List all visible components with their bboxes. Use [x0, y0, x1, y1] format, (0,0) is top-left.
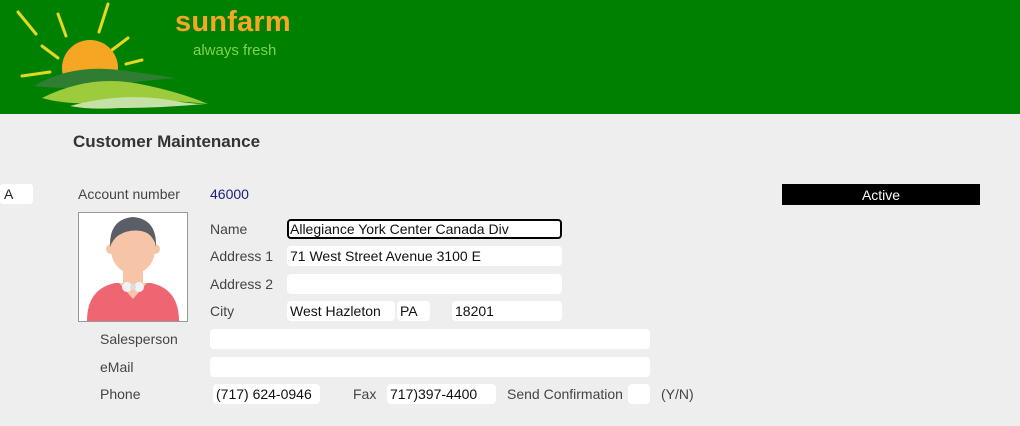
app-header: sunfarm always fresh — [0, 0, 1020, 114]
account-number-value: 46000 — [210, 186, 249, 202]
send-confirmation-label: Send Confirmation — [507, 386, 623, 402]
brand-name: sunfarm — [175, 6, 291, 38]
email-label: eMail — [100, 359, 134, 375]
send-confirmation-field[interactable] — [628, 384, 650, 404]
person-icon — [87, 217, 179, 321]
phone-field[interactable] — [213, 384, 320, 404]
address1-label: Address 1 — [210, 248, 274, 264]
send-confirmation-hint: (Y/N) — [661, 386, 694, 402]
account-number-label: Account number — [78, 186, 180, 202]
brand-tagline: always fresh — [193, 42, 277, 59]
status-badge: Active — [782, 184, 980, 205]
salesperson-field[interactable] — [210, 329, 650, 349]
salesperson-label: Salesperson — [100, 331, 178, 347]
email-field[interactable] — [210, 357, 650, 377]
customer-avatar — [78, 212, 188, 322]
address1-field[interactable] — [287, 246, 562, 266]
fax-label: Fax — [353, 386, 377, 402]
page-title: Customer Maintenance — [73, 132, 261, 151]
side-field[interactable]: A — [0, 184, 33, 204]
name-field[interactable] — [287, 219, 562, 239]
state-field[interactable] — [397, 301, 430, 321]
city-label: City — [210, 303, 235, 319]
address2-label: Address 2 — [210, 276, 274, 292]
zip-field[interactable] — [452, 301, 562, 321]
address2-field[interactable] — [287, 274, 562, 294]
fax-field[interactable] — [387, 384, 496, 404]
city-field[interactable] — [287, 301, 395, 321]
phone-label: Phone — [100, 386, 141, 402]
name-label: Name — [210, 221, 248, 237]
